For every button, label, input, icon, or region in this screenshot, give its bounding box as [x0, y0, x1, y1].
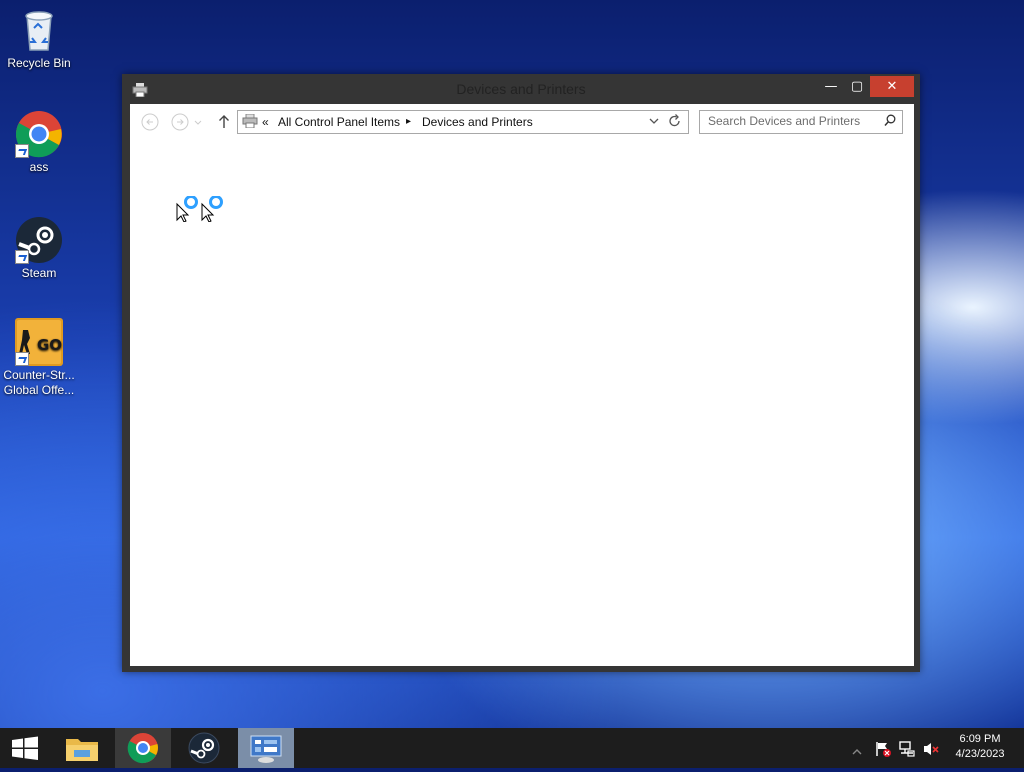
breadcrumb-overflow[interactable]: « — [262, 115, 269, 129]
desktop-icon-chrome[interactable]: ass — [0, 110, 78, 175]
taskbar: 6:09 PM 4/23/2023 — [0, 728, 1024, 768]
desktop-icon-csgo[interactable]: GO Counter-Str... Global Offe... — [0, 318, 78, 398]
desktop-icon-label: Counter-Str... Global Offe... — [3, 368, 75, 397]
desktop-icon-label: Recycle Bin — [7, 56, 71, 70]
chrome-icon — [15, 110, 63, 158]
control-panel-icon — [250, 735, 282, 763]
show-hidden-icons-button[interactable] — [850, 742, 864, 761]
refresh-icon — [669, 114, 680, 127]
network-icon[interactable] — [898, 740, 916, 762]
volume-muted-icon[interactable] — [922, 740, 940, 762]
steam-icon — [188, 732, 220, 764]
busy-cursor-icon — [176, 195, 204, 223]
up-button[interactable] — [214, 112, 234, 132]
clock-time: 6:09 PM — [959, 733, 1001, 745]
steam-icon — [15, 216, 63, 264]
search-box[interactable] — [699, 110, 903, 134]
chevron-down-icon — [649, 118, 659, 124]
search-input[interactable] — [700, 111, 878, 131]
chevron-down-icon — [194, 120, 202, 125]
shortcut-arrow-icon — [15, 250, 29, 264]
svg-text:GO: GO — [37, 336, 62, 354]
desktop-icon-label: Steam — [21, 266, 57, 280]
navigation-bar: « All Control Panel Items ▸ Devices and … — [130, 104, 914, 142]
forward-button[interactable] — [170, 112, 190, 132]
control-panel-icon — [242, 113, 258, 131]
taskbar-file-explorer[interactable] — [54, 728, 110, 768]
start-button[interactable] — [0, 728, 50, 768]
window-title: Devices and Printers — [456, 81, 586, 97]
devices-and-printers-window[interactable]: Devices and Printers — ▢ ✕ « All Control… — [122, 74, 920, 672]
breadcrumb-separator[interactable]: ▸ — [406, 116, 411, 127]
desktop-icon-steam[interactable]: Steam — [0, 216, 78, 281]
taskbar-chrome[interactable] — [115, 728, 171, 768]
back-button[interactable] — [140, 112, 160, 132]
taskbar-clock[interactable]: 6:09 PM 4/23/2023 — [944, 732, 1016, 762]
folder-icon — [66, 739, 98, 761]
chevron-up-icon — [852, 749, 862, 755]
search-icon[interactable] — [884, 114, 896, 132]
close-button[interactable]: ✕ — [870, 76, 914, 97]
system-tray — [850, 728, 945, 768]
desktop-icon-recycle-bin[interactable]: Recycle Bin — [0, 6, 78, 71]
breadcrumb-devices-and-printers[interactable]: Devices and Printers — [422, 115, 533, 129]
shortcut-arrow-icon — [15, 144, 29, 158]
breadcrumb-all-control-panel-items[interactable]: All Control Panel Items — [278, 115, 400, 129]
maximize-button[interactable]: ▢ — [844, 76, 870, 97]
chrome-icon — [127, 733, 158, 764]
up-arrow-icon — [219, 115, 229, 128]
busy-cursor-icon — [201, 195, 229, 223]
back-arrow-icon — [141, 113, 159, 131]
address-history-dropdown[interactable] — [648, 114, 660, 131]
refresh-button[interactable] — [668, 113, 682, 132]
recycle-bin-icon — [15, 6, 63, 54]
address-bar[interactable]: « All Control Panel Items ▸ Devices and … — [237, 110, 689, 134]
minimize-button[interactable]: — — [818, 76, 844, 97]
forward-arrow-icon — [171, 113, 189, 131]
recent-locations-dropdown[interactable] — [192, 112, 204, 132]
action-center-flag-icon[interactable] — [874, 740, 892, 762]
desktop-icon-label: ass — [29, 160, 49, 174]
shortcut-arrow-icon — [15, 352, 29, 366]
title-bar[interactable]: Devices and Printers — ▢ ✕ — [122, 74, 920, 104]
csgo-icon: GO — [15, 318, 63, 366]
clock-date: 4/23/2023 — [955, 748, 1005, 760]
window-content[interactable]: « All Control Panel Items ▸ Devices and … — [130, 104, 914, 666]
taskbar-devices-and-printers[interactable] — [238, 728, 294, 768]
windows-logo-icon — [12, 736, 38, 760]
taskbar-steam[interactable] — [176, 728, 232, 768]
